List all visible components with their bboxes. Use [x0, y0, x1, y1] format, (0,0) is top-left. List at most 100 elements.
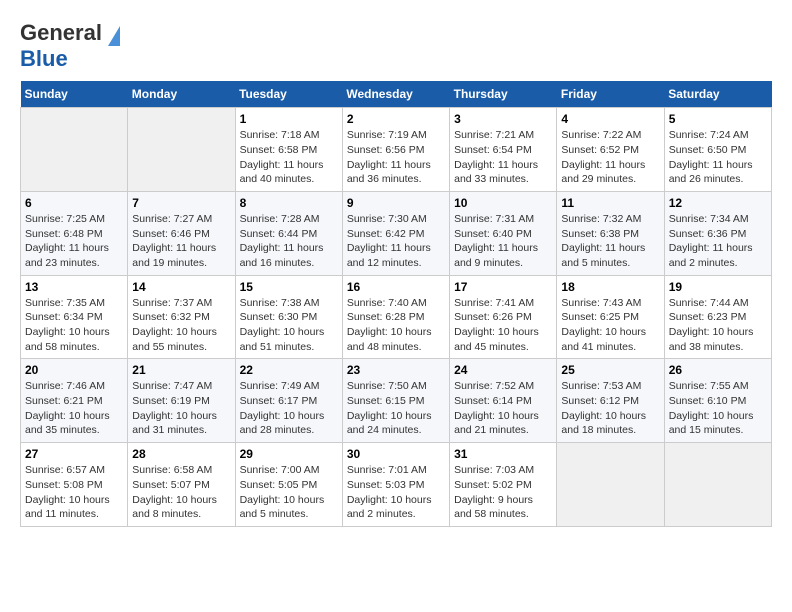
day-number: 16 [347, 280, 445, 294]
logo-triangle-icon [108, 26, 120, 46]
calendar-day-cell: 11 Sunrise: 7:32 AM Sunset: 6:38 PM Dayli… [557, 191, 664, 275]
day-number: 24 [454, 363, 552, 377]
calendar-day-cell: 16 Sunrise: 7:40 AM Sunset: 6:28 PM Dayli… [342, 275, 449, 359]
weekday-header-cell: Wednesday [342, 81, 449, 108]
day-number: 4 [561, 112, 659, 126]
calendar-day-cell: 3 Sunrise: 7:21 AM Sunset: 6:54 PM Daylig… [450, 108, 557, 192]
day-detail: Sunrise: 7:30 AM Sunset: 6:42 PM Dayligh… [347, 212, 445, 271]
day-detail: Sunrise: 7:24 AM Sunset: 6:50 PM Dayligh… [669, 128, 767, 187]
day-detail: Sunrise: 7:22 AM Sunset: 6:52 PM Dayligh… [561, 128, 659, 187]
day-detail: Sunrise: 7:38 AM Sunset: 6:30 PM Dayligh… [240, 296, 338, 355]
day-detail: Sunrise: 7:55 AM Sunset: 6:10 PM Dayligh… [669, 379, 767, 438]
day-number: 6 [25, 196, 123, 210]
calendar-body: 1Sunrise: 7:18 AM Sunset: 6:58 PM Daylig… [21, 108, 772, 527]
calendar-day-cell: 21 Sunrise: 7:47 AM Sunset: 6:19 PM Dayli… [128, 359, 235, 443]
day-detail: Sunrise: 7:01 AM Sunset: 5:03 PM Dayligh… [347, 463, 445, 522]
day-number: 20 [25, 363, 123, 377]
day-number: 31 [454, 447, 552, 461]
day-detail: Sunrise: 7:43 AM Sunset: 6:25 PM Dayligh… [561, 296, 659, 355]
day-detail: Sunrise: 6:57 AM Sunset: 5:08 PM Dayligh… [25, 463, 123, 522]
day-number: 9 [347, 196, 445, 210]
calendar-day-cell: 1Sunrise: 7:18 AM Sunset: 6:58 PM Daylig… [235, 108, 342, 192]
logo: General Blue [20, 20, 120, 71]
weekday-header-cell: Friday [557, 81, 664, 108]
day-detail: Sunrise: 7:37 AM Sunset: 6:32 PM Dayligh… [132, 296, 230, 355]
calendar-day-cell: 31 Sunrise: 7:03 AM Sunset: 5:02 PM Dayli… [450, 443, 557, 527]
day-number: 27 [25, 447, 123, 461]
calendar-day-cell: 14 Sunrise: 7:37 AM Sunset: 6:32 PM Dayli… [128, 275, 235, 359]
day-detail: Sunrise: 7:41 AM Sunset: 6:26 PM Dayligh… [454, 296, 552, 355]
day-number: 8 [240, 196, 338, 210]
calendar-day-cell: 2Sunrise: 7:19 AM Sunset: 6:56 PM Daylig… [342, 108, 449, 192]
day-number: 21 [132, 363, 230, 377]
day-number: 11 [561, 196, 659, 210]
day-number: 10 [454, 196, 552, 210]
calendar-table: SundayMondayTuesdayWednesdayThursdayFrid… [20, 81, 772, 527]
logo-text-line1: General [20, 20, 102, 45]
day-detail: Sunrise: 7:32 AM Sunset: 6:38 PM Dayligh… [561, 212, 659, 271]
calendar-day-cell: 17 Sunrise: 7:41 AM Sunset: 6:26 PM Dayli… [450, 275, 557, 359]
day-detail: Sunrise: 7:31 AM Sunset: 6:40 PM Dayligh… [454, 212, 552, 271]
day-detail: Sunrise: 7:47 AM Sunset: 6:19 PM Dayligh… [132, 379, 230, 438]
calendar-week-row: 20 Sunrise: 7:46 AM Sunset: 6:21 PM Dayli… [21, 359, 772, 443]
calendar-day-cell: 6Sunrise: 7:25 AM Sunset: 6:48 PM Daylig… [21, 191, 128, 275]
calendar-week-row: 27 Sunrise: 6:57 AM Sunset: 5:08 PM Dayli… [21, 443, 772, 527]
calendar-day-cell: 26Sunrise: 7:55 AM Sunset: 6:10 PM Dayli… [664, 359, 771, 443]
day-detail: Sunrise: 7:18 AM Sunset: 6:58 PM Dayligh… [240, 128, 338, 187]
calendar-day-cell: 18 Sunrise: 7:43 AM Sunset: 6:25 PM Dayli… [557, 275, 664, 359]
day-number: 14 [132, 280, 230, 294]
day-number: 13 [25, 280, 123, 294]
calendar-week-row: 1Sunrise: 7:18 AM Sunset: 6:58 PM Daylig… [21, 108, 772, 192]
day-detail: Sunrise: 7:49 AM Sunset: 6:17 PM Dayligh… [240, 379, 338, 438]
day-detail: Sunrise: 7:46 AM Sunset: 6:21 PM Dayligh… [25, 379, 123, 438]
day-detail: Sunrise: 7:03 AM Sunset: 5:02 PM Dayligh… [454, 463, 552, 522]
calendar-day-cell: 13 Sunrise: 7:35 AM Sunset: 6:34 PM Dayli… [21, 275, 128, 359]
day-number: 23 [347, 363, 445, 377]
calendar-day-cell: 9 Sunrise: 7:30 AM Sunset: 6:42 PM Daylig… [342, 191, 449, 275]
calendar-day-cell [21, 108, 128, 192]
calendar-week-row: 6Sunrise: 7:25 AM Sunset: 6:48 PM Daylig… [21, 191, 772, 275]
weekday-header-cell: Monday [128, 81, 235, 108]
calendar-day-cell: 7 Sunrise: 7:27 AM Sunset: 6:46 PM Daylig… [128, 191, 235, 275]
weekday-header-cell: Tuesday [235, 81, 342, 108]
calendar-day-cell [128, 108, 235, 192]
day-number: 5 [669, 112, 767, 126]
day-number: 30 [347, 447, 445, 461]
calendar-day-cell: 27 Sunrise: 6:57 AM Sunset: 5:08 PM Dayli… [21, 443, 128, 527]
calendar-day-cell: 29Sunrise: 7:00 AM Sunset: 5:05 PM Dayli… [235, 443, 342, 527]
day-number: 18 [561, 280, 659, 294]
calendar-day-cell: 28Sunrise: 6:58 AM Sunset: 5:07 PM Dayli… [128, 443, 235, 527]
day-detail: Sunrise: 7:40 AM Sunset: 6:28 PM Dayligh… [347, 296, 445, 355]
day-detail: Sunrise: 7:52 AM Sunset: 6:14 PM Dayligh… [454, 379, 552, 438]
day-number: 29 [240, 447, 338, 461]
day-detail: Sunrise: 7:27 AM Sunset: 6:46 PM Dayligh… [132, 212, 230, 271]
day-number: 15 [240, 280, 338, 294]
logo-text-line2: Blue [20, 46, 68, 71]
day-detail: Sunrise: 7:53 AM Sunset: 6:12 PM Dayligh… [561, 379, 659, 438]
day-detail: Sunrise: 7:28 AM Sunset: 6:44 PM Dayligh… [240, 212, 338, 271]
calendar-day-cell [557, 443, 664, 527]
calendar-day-cell: 22Sunrise: 7:49 AM Sunset: 6:17 PM Dayli… [235, 359, 342, 443]
day-number: 28 [132, 447, 230, 461]
calendar-day-cell: 10 Sunrise: 7:31 AM Sunset: 6:40 PM Dayli… [450, 191, 557, 275]
calendar-week-row: 13 Sunrise: 7:35 AM Sunset: 6:34 PM Dayli… [21, 275, 772, 359]
calendar-day-cell: 19 Sunrise: 7:44 AM Sunset: 6:23 PM Dayli… [664, 275, 771, 359]
weekday-header-cell: Saturday [664, 81, 771, 108]
day-detail: Sunrise: 7:19 AM Sunset: 6:56 PM Dayligh… [347, 128, 445, 187]
day-number: 7 [132, 196, 230, 210]
day-detail: Sunrise: 7:21 AM Sunset: 6:54 PM Dayligh… [454, 128, 552, 187]
calendar-day-cell: 15 Sunrise: 7:38 AM Sunset: 6:30 PM Dayli… [235, 275, 342, 359]
calendar-day-cell: 25Sunrise: 7:53 AM Sunset: 6:12 PM Dayli… [557, 359, 664, 443]
day-detail: Sunrise: 7:44 AM Sunset: 6:23 PM Dayligh… [669, 296, 767, 355]
day-number: 17 [454, 280, 552, 294]
calendar-day-cell: 20 Sunrise: 7:46 AM Sunset: 6:21 PM Dayli… [21, 359, 128, 443]
day-detail: Sunrise: 7:35 AM Sunset: 6:34 PM Dayligh… [25, 296, 123, 355]
calendar-day-cell: 30 Sunrise: 7:01 AM Sunset: 5:03 PM Dayli… [342, 443, 449, 527]
weekday-header-cell: Thursday [450, 81, 557, 108]
calendar-day-cell: 23 Sunrise: 7:50 AM Sunset: 6:15 PM Dayli… [342, 359, 449, 443]
weekday-header-cell: Sunday [21, 81, 128, 108]
day-number: 12 [669, 196, 767, 210]
day-number: 19 [669, 280, 767, 294]
day-detail: Sunrise: 7:50 AM Sunset: 6:15 PM Dayligh… [347, 379, 445, 438]
day-number: 3 [454, 112, 552, 126]
